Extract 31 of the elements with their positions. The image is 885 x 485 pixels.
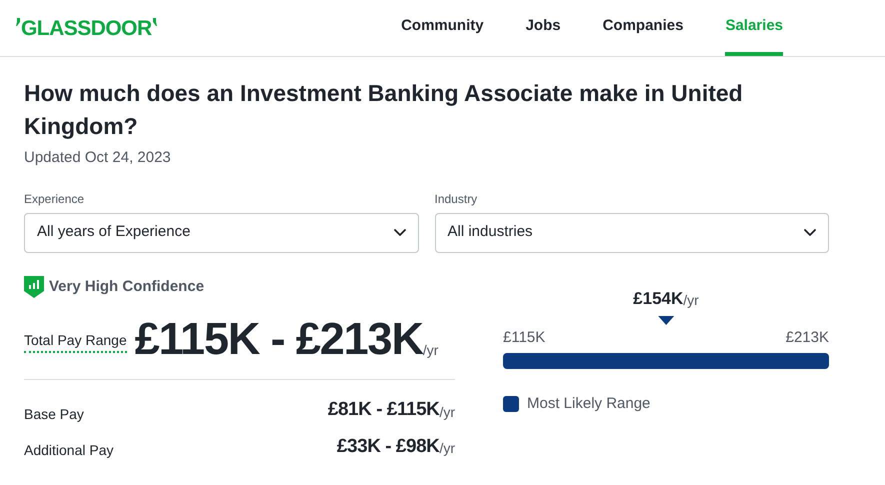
filter-label: Industry	[434, 190, 478, 208]
pay-value: £81K - £115K	[328, 398, 440, 422]
logo-mark-icon	[16, 18, 20, 26]
unit-label: /yr	[439, 440, 455, 458]
pay-value: £33K - £98K	[336, 434, 440, 458]
updated-date: Updated Oct 24, 2023	[24, 148, 172, 168]
filter-label: Experience	[24, 190, 86, 208]
unit-label: /yr	[422, 342, 438, 360]
confidence-label: Very High Confidence	[49, 276, 204, 296]
median-value: £154K	[633, 288, 684, 308]
shield-chart-icon	[24, 276, 44, 298]
nav-tab[interactable]: Community	[401, 0, 484, 56]
chevron-down-icon	[394, 229, 406, 236]
median-marker-icon	[658, 316, 674, 325]
total-pay-label[interactable]: Total Pay Range	[24, 330, 127, 353]
chevron-down-icon	[804, 229, 816, 236]
logo-mark-icon	[152, 18, 157, 26]
pay-label: Base Pay	[24, 404, 84, 424]
page-title: How much does an Investment Banking Associate make in United Kingdom?	[24, 79, 744, 141]
range-min-label: £115K	[503, 328, 546, 348]
pay-label: Additional Pay	[24, 441, 114, 460]
legend-label: Most Likely Range	[527, 394, 650, 414]
nav-tab[interactable]: Companies	[602, 0, 684, 56]
filter-dropdown[interactable]: All years of Experience	[24, 212, 418, 252]
nav-tab[interactable]: Jobs	[526, 0, 561, 56]
filter-dropdown[interactable]: All industries	[434, 212, 829, 252]
legend-swatch	[503, 396, 519, 412]
range-max-label: £213K	[786, 328, 829, 348]
unit-label: /yr	[683, 291, 699, 310]
unit-label: /yr	[439, 404, 455, 422]
total-pay-value: £115K - £213K	[134, 316, 423, 361]
